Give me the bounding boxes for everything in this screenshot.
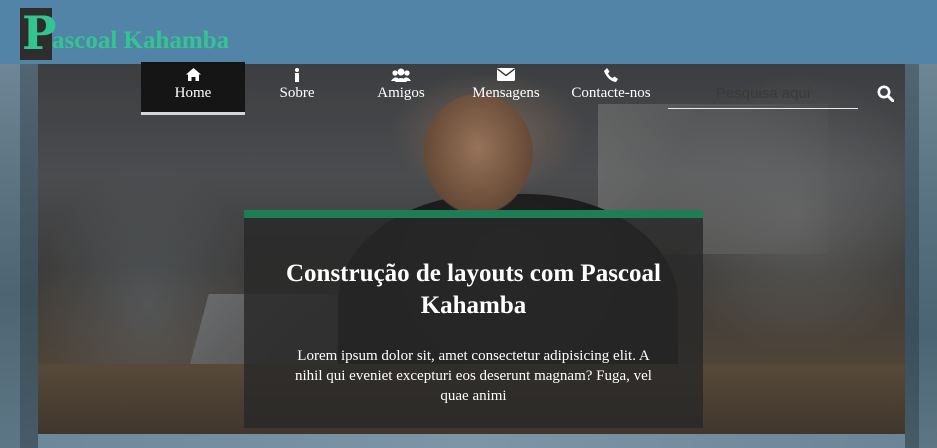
nav-item-label: Amigos [377,85,425,101]
nav-item-amigos[interactable]: Amigos [349,62,453,112]
bottom-background-strip [38,434,905,448]
right-background-panel [905,64,937,448]
home-icon [141,67,245,82]
users-icon [349,67,453,82]
search-field [668,80,858,109]
hero-description: Lorem ipsum dolor sit, amet consectetur … [295,348,652,404]
nav-item-home[interactable]: Home [141,62,245,115]
search-icon [877,85,894,106]
hero-title: Construção de layouts com Pascoal Kahamb… [286,260,661,319]
search-button[interactable] [874,84,896,106]
hero-card: Construção de layouts com Pascoal Kahamb… [244,210,703,428]
nav-item-mensagens[interactable]: Mensagens [453,62,559,112]
info-icon [245,67,349,82]
envelope-icon [453,67,559,82]
logo-text[interactable]: ascoal Kahamba [52,26,229,56]
left-background-panel [0,64,38,448]
nav-item-label: Mensagens [472,85,540,101]
nav-item-label: Contacte-nos [571,85,651,101]
nav-item-label: Home [174,85,212,101]
nav-item-contacte-nos[interactable]: Contacte-nos [559,62,663,112]
phone-icon [559,67,663,82]
nav-item-label: Sobre [279,85,315,101]
nav-item-sobre[interactable]: Sobre [245,62,349,112]
search-input[interactable] [668,80,858,106]
